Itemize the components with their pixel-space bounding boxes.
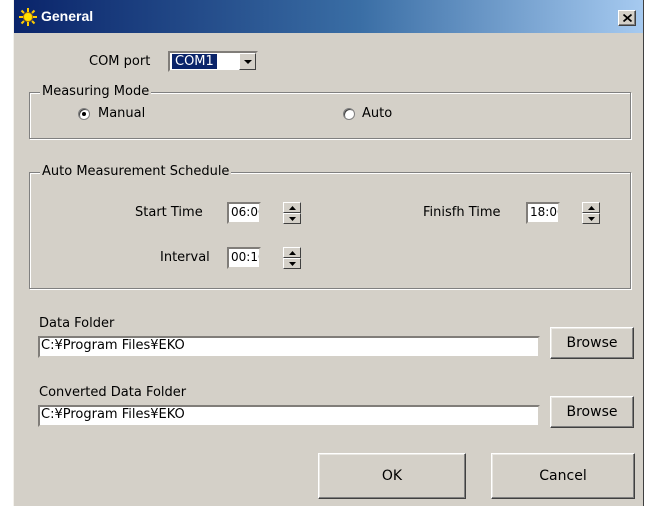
- com-port-select[interactable]: COM1: [168, 51, 258, 72]
- finish-time-spinner[interactable]: [582, 202, 600, 224]
- interval-spinner[interactable]: [283, 247, 301, 269]
- finish-time-input[interactable]: 18:00: [526, 202, 560, 224]
- arrow-down-icon: [289, 217, 296, 221]
- auto-radio-label[interactable]: Auto: [362, 106, 392, 122]
- start-time-spinner[interactable]: [283, 202, 301, 224]
- window-title: General: [41, 8, 94, 24]
- converted-folder-label: Converted Data Folder: [39, 385, 187, 400]
- title-bar[interactable]: General: [14, 0, 643, 33]
- general-dialog: General COM port COM1 Measuring Mode Man…: [13, 0, 644, 506]
- radio-checked-dot: [82, 112, 86, 116]
- arrow-down-icon: [588, 217, 595, 221]
- data-folder-input[interactable]: C:¥Program Files¥EKO: [38, 336, 540, 358]
- arrow-down-icon: [289, 262, 296, 266]
- start-time-label: Start Time: [135, 205, 203, 220]
- data-folder-label: Data Folder: [39, 316, 115, 331]
- manual-radio-label[interactable]: Manual: [98, 106, 145, 122]
- schedule-group: Auto Measurement Schedule: [29, 164, 631, 289]
- com-port-dropdown-button[interactable]: [239, 53, 256, 70]
- arrow-up-icon: [289, 206, 296, 210]
- ok-button[interactable]: OK: [318, 453, 466, 499]
- sun-icon: [19, 8, 37, 26]
- finish-time-down-button[interactable]: [582, 213, 600, 224]
- com-port-value: COM1: [171, 53, 218, 70]
- arrow-up-icon: [289, 251, 296, 255]
- chevron-down-icon: [244, 60, 252, 64]
- schedule-legend: Auto Measurement Schedule: [40, 164, 232, 180]
- measuring-mode-legend: Measuring Mode: [40, 84, 152, 100]
- interval-label: Interval: [160, 250, 210, 265]
- start-time-down-button[interactable]: [283, 213, 301, 224]
- com-port-label: COM port: [89, 54, 151, 69]
- interval-down-button[interactable]: [283, 258, 301, 269]
- cancel-button[interactable]: Cancel: [491, 453, 635, 499]
- data-folder-browse-button[interactable]: Browse: [550, 327, 634, 359]
- finish-time-label: Finisfh Time: [423, 205, 501, 220]
- finish-time-up-button[interactable]: [582, 202, 600, 213]
- start-time-input[interactable]: 06:00: [227, 202, 261, 224]
- close-icon: [623, 14, 632, 22]
- auto-radio[interactable]: [343, 108, 355, 120]
- manual-radio[interactable]: [78, 108, 90, 120]
- interval-up-button[interactable]: [283, 247, 301, 258]
- arrow-up-icon: [588, 206, 595, 210]
- converted-folder-input[interactable]: C:¥Program Files¥EKO: [38, 405, 540, 427]
- start-time-up-button[interactable]: [283, 202, 301, 213]
- converted-folder-browse-button[interactable]: Browse: [550, 396, 634, 428]
- close-button[interactable]: [618, 10, 636, 26]
- interval-input[interactable]: 00:10: [227, 247, 261, 269]
